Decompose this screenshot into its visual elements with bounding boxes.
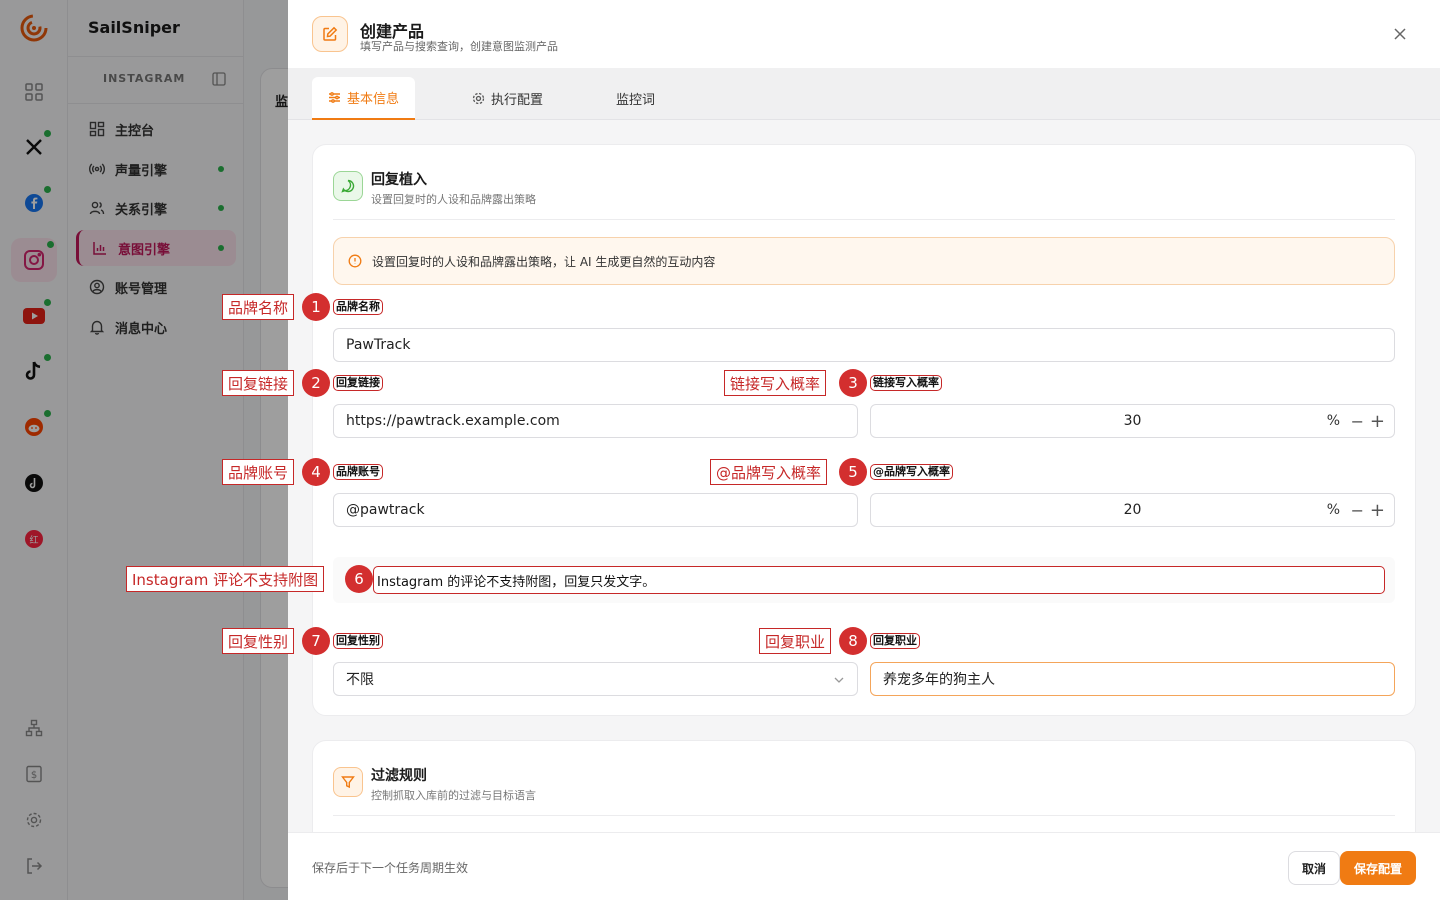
brand-name-label: 品牌名称 [333, 299, 383, 315]
reply-gender-value: 不限 [346, 672, 374, 688]
annotation-label: 品牌名称 [222, 294, 295, 320]
link-prob-value: 30 [1123, 413, 1142, 429]
tab-label: 执行配置 [491, 93, 544, 108]
reply-gender-select[interactable]: 不限 [333, 662, 858, 696]
annotation-badge: 3 [839, 369, 867, 397]
annotation-label: 品牌账号 [222, 459, 295, 485]
info-notice: 设置回复时的人设和品牌露出策略，让 AI 生成更自然的互动内容 [333, 237, 1395, 285]
card-subtitle: 控制抓取入库前的过滤与目标语言 [371, 789, 536, 802]
increment-button[interactable]: + [1370, 500, 1385, 521]
chat-bubble-icon [333, 171, 363, 201]
brand-prob-label: @品牌写入概率 [870, 464, 953, 480]
annotation-badge: 6 [345, 565, 373, 593]
annotation-label: 回复链接 [222, 370, 295, 396]
drawer-footer: 保存后于下一个任务周期生效 取消 保存配置 [288, 832, 1440, 900]
create-product-drawer: 创建产品 填写产品与搜索查询，创建意图监测产品 基本信息 执行配置 监控词 回复… [288, 0, 1440, 900]
link-prob-stepper[interactable]: 30 % − + [870, 404, 1395, 438]
annotation-badge: 8 [839, 627, 867, 655]
reply-gender-label: 回复性别 [333, 633, 383, 649]
reply-link-input[interactable]: https://pawtrack.example.com [333, 404, 858, 438]
percent-unit: % [1326, 413, 1340, 429]
save-button[interactable]: 保存配置 [1340, 851, 1416, 885]
annotation-label: @品牌写入概率 [710, 459, 828, 485]
card-title: 过滤规则 [371, 768, 427, 784]
notice-text: 设置回复时的人设和品牌露出策略，让 AI 生成更自然的互动内容 [372, 254, 716, 269]
drawer-subtitle: 填写产品与搜索查询，创建意图监测产品 [360, 40, 558, 53]
brand-account-input[interactable]: @pawtrack [333, 493, 858, 527]
tab-monitor-keywords[interactable]: 监控词 [600, 77, 671, 120]
brand-name-input[interactable]: PawTrack [333, 328, 1395, 362]
annotation-badge: 5 [839, 458, 867, 486]
reply-occupation-input[interactable]: 养宠多年的狗主人 [870, 662, 1395, 696]
instagram-tip-text: Instagram 的评论不支持附图，回复只发文字。 [373, 566, 1385, 594]
footer-note: 保存后于下一个任务周期生效 [312, 861, 469, 875]
brand-account-label: 品牌账号 [333, 464, 383, 480]
brand-prob-stepper[interactable]: 20 % − + [870, 493, 1395, 527]
annotation-label: 回复职业 [759, 628, 832, 654]
drawer-tabs: 基本信息 执行配置 监控词 [288, 68, 1440, 120]
info-icon [348, 254, 362, 268]
increment-button[interactable]: + [1370, 411, 1385, 432]
tab-execution-config[interactable]: 执行配置 [456, 77, 559, 120]
drawer-header: 创建产品 填写产品与搜索查询，创建意图监测产品 [288, 0, 1440, 68]
percent-unit: % [1326, 502, 1340, 518]
annotation-badge: 1 [302, 293, 330, 321]
annotation-badge: 4 [302, 458, 330, 486]
close-icon[interactable] [1388, 22, 1412, 46]
cancel-button[interactable]: 取消 [1288, 851, 1340, 885]
annotation-label: 链接写入概率 [724, 370, 827, 396]
chevron-down-icon [834, 677, 844, 683]
reply-occupation-label: 回复职业 [870, 633, 920, 649]
tab-label: 监控词 [616, 93, 656, 108]
tab-label: 基本信息 [347, 92, 400, 107]
reply-embed-card: 回复植入 设置回复时的人设和品牌露出策略 设置回复时的人设和品牌露出策略，让 A… [312, 144, 1416, 716]
reply-link-label: 回复链接 [333, 375, 383, 391]
brand-prob-value: 20 [1123, 502, 1142, 518]
decrement-button[interactable]: − [1351, 412, 1364, 431]
edit-icon [312, 16, 348, 52]
divider [333, 815, 1395, 816]
annotation-badge: 7 [302, 627, 330, 655]
annotation-label: 回复性别 [222, 628, 295, 654]
filter-icon [333, 767, 363, 797]
decrement-button[interactable]: − [1351, 501, 1364, 520]
sliders-icon [329, 92, 340, 103]
link-prob-label: 链接写入概率 [870, 375, 942, 391]
tab-basic-info[interactable]: 基本信息 [312, 77, 416, 120]
card-title: 回复植入 [371, 172, 427, 188]
annotation-label: Instagram 评论不支持附图 [126, 566, 325, 592]
divider [333, 219, 1395, 220]
gear-icon [472, 92, 485, 105]
annotation-badge: 2 [302, 369, 330, 397]
card-subtitle: 设置回复时的人设和品牌露出策略 [371, 193, 536, 206]
